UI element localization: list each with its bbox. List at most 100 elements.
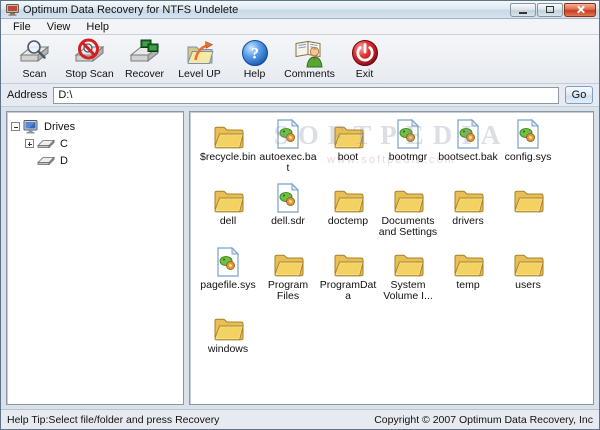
file-item[interactable]: Documents and Settings [378, 181, 438, 243]
tool-label: Scan [22, 68, 47, 80]
exit-button[interactable]: Exit [337, 37, 392, 82]
file-label: autoexec.bat [259, 151, 317, 174]
file-item[interactable]: dell [198, 181, 258, 243]
file-label: Program Files [267, 279, 309, 302]
file-label: Documents and Settings [378, 215, 438, 238]
folder-icon [512, 245, 545, 278]
file-label: bootsect.bak [438, 151, 498, 163]
file-item[interactable] [498, 181, 558, 243]
tree-item-drive-c[interactable]: C [25, 135, 179, 152]
copyright-text: Copyright © 2007 Optimum Data Recovery, … [374, 413, 593, 426]
drive-icon [37, 138, 55, 149]
file-item[interactable]: pagefile.sys [198, 245, 258, 307]
address-input[interactable] [53, 86, 559, 104]
file-item[interactable]: doctemp [318, 181, 378, 243]
menu-bar: File View Help [1, 19, 599, 35]
file-item[interactable]: bootsect.bak [438, 117, 498, 179]
app-icon [6, 3, 19, 16]
file-list-panel: SOFTPEDIA www.softpedia.com $recycle.bin… [189, 111, 594, 405]
drive-tree-panel: Drives CD [6, 111, 184, 405]
file-label: doctemp [327, 215, 369, 227]
file-label: boot [337, 151, 359, 163]
file-item[interactable]: dell.sdr [258, 181, 318, 243]
menu-item-help[interactable]: Help [78, 20, 117, 34]
tool-label: Recover [124, 68, 165, 80]
tool-label: Comments [284, 68, 335, 80]
file-label: System Volume I... [383, 279, 433, 302]
stop-scan-button[interactable]: Stop Scan [62, 37, 117, 82]
file-label: windows [207, 343, 249, 355]
file-item[interactable]: boot [318, 117, 378, 179]
file-item[interactable]: config.sys [498, 117, 558, 179]
tree-label[interactable]: C [57, 138, 71, 150]
minimize-button[interactable] [510, 2, 536, 17]
close-button[interactable] [564, 2, 596, 17]
file-item[interactable]: bootmgr [378, 117, 438, 179]
file-label: pagefile.sys [200, 279, 256, 291]
go-button[interactable]: Go [565, 86, 593, 104]
recover-button[interactable]: Recover [117, 37, 172, 82]
expand-expander-icon[interactable] [25, 139, 34, 148]
title-bar: Optimum Data Recovery for NTFS Undelete [1, 1, 599, 19]
folder-icon [332, 117, 365, 150]
system-file-icon [214, 245, 242, 278]
file-item[interactable]: windows [198, 309, 258, 371]
file-label: config.sys [504, 151, 552, 163]
tree-label[interactable]: D [57, 155, 71, 167]
system-file-icon [274, 181, 302, 214]
maximize-button[interactable] [537, 2, 563, 17]
file-item[interactable]: $recycle.bin [198, 117, 258, 179]
folder-icon [452, 245, 485, 278]
level-up-button[interactable]: Level UP [172, 37, 227, 82]
app-window: Optimum Data Recovery for NTFS Undelete … [0, 0, 600, 430]
computer-icon [23, 119, 39, 134]
file-item[interactable]: temp [438, 245, 498, 307]
file-item[interactable]: drivers [438, 181, 498, 243]
folder-icon [392, 245, 425, 278]
folder-icon [212, 181, 245, 214]
system-file-icon [454, 117, 482, 150]
menu-item-file[interactable]: File [5, 20, 39, 34]
stop-scan-icon [73, 38, 107, 68]
file-item[interactable]: users [498, 245, 558, 307]
file-item[interactable]: Program Files [258, 245, 318, 307]
drive-icon [37, 155, 55, 166]
menu-item-view[interactable]: View [39, 20, 79, 34]
close-icon [576, 5, 585, 14]
tool-label: Help [243, 68, 266, 80]
scan-icon [18, 38, 52, 68]
file-item[interactable]: System Volume I... [378, 245, 438, 307]
toolbar: Scan Stop Scan Recover Level UP? Help Comment… [1, 35, 599, 84]
file-label: bootmgr [388, 151, 428, 163]
system-file-icon [514, 117, 542, 150]
file-label: users [515, 279, 541, 291]
tree-label-drives[interactable]: Drives [41, 121, 78, 133]
folder-icon [392, 181, 425, 214]
file-item[interactable]: ProgramData [318, 245, 378, 307]
window-title: Optimum Data Recovery for NTFS Undelete [23, 3, 239, 16]
file-label: $recycle.bin [199, 151, 257, 163]
comments-button[interactable]: Comments [282, 37, 337, 82]
folder-icon [332, 245, 365, 278]
folder-icon [212, 309, 245, 342]
file-item[interactable]: autoexec.bat [258, 117, 318, 179]
tree-item-drive-d[interactable]: D [25, 152, 179, 169]
file-label: drivers [452, 215, 484, 227]
tool-label: Exit [355, 68, 374, 80]
level-up-icon [183, 38, 217, 68]
collapse-expander-icon[interactable] [11, 122, 20, 131]
tree-item-drives[interactable]: Drives [11, 118, 179, 135]
svg-text:?: ? [251, 46, 259, 63]
tool-label: Stop Scan [65, 68, 114, 80]
address-label: Address [7, 89, 48, 101]
exit-icon [350, 38, 380, 68]
window-controls [510, 2, 596, 17]
folder-icon [272, 245, 305, 278]
address-bar: Address Go [1, 84, 599, 107]
help-icon: ? [240, 38, 270, 68]
scan-button[interactable]: Scan [7, 37, 62, 82]
status-bar: Help Tip:Select file/folder and press Re… [1, 409, 599, 429]
help-button[interactable]: ? Help [227, 37, 282, 82]
file-label: dell [219, 215, 237, 227]
folder-icon [212, 117, 245, 150]
